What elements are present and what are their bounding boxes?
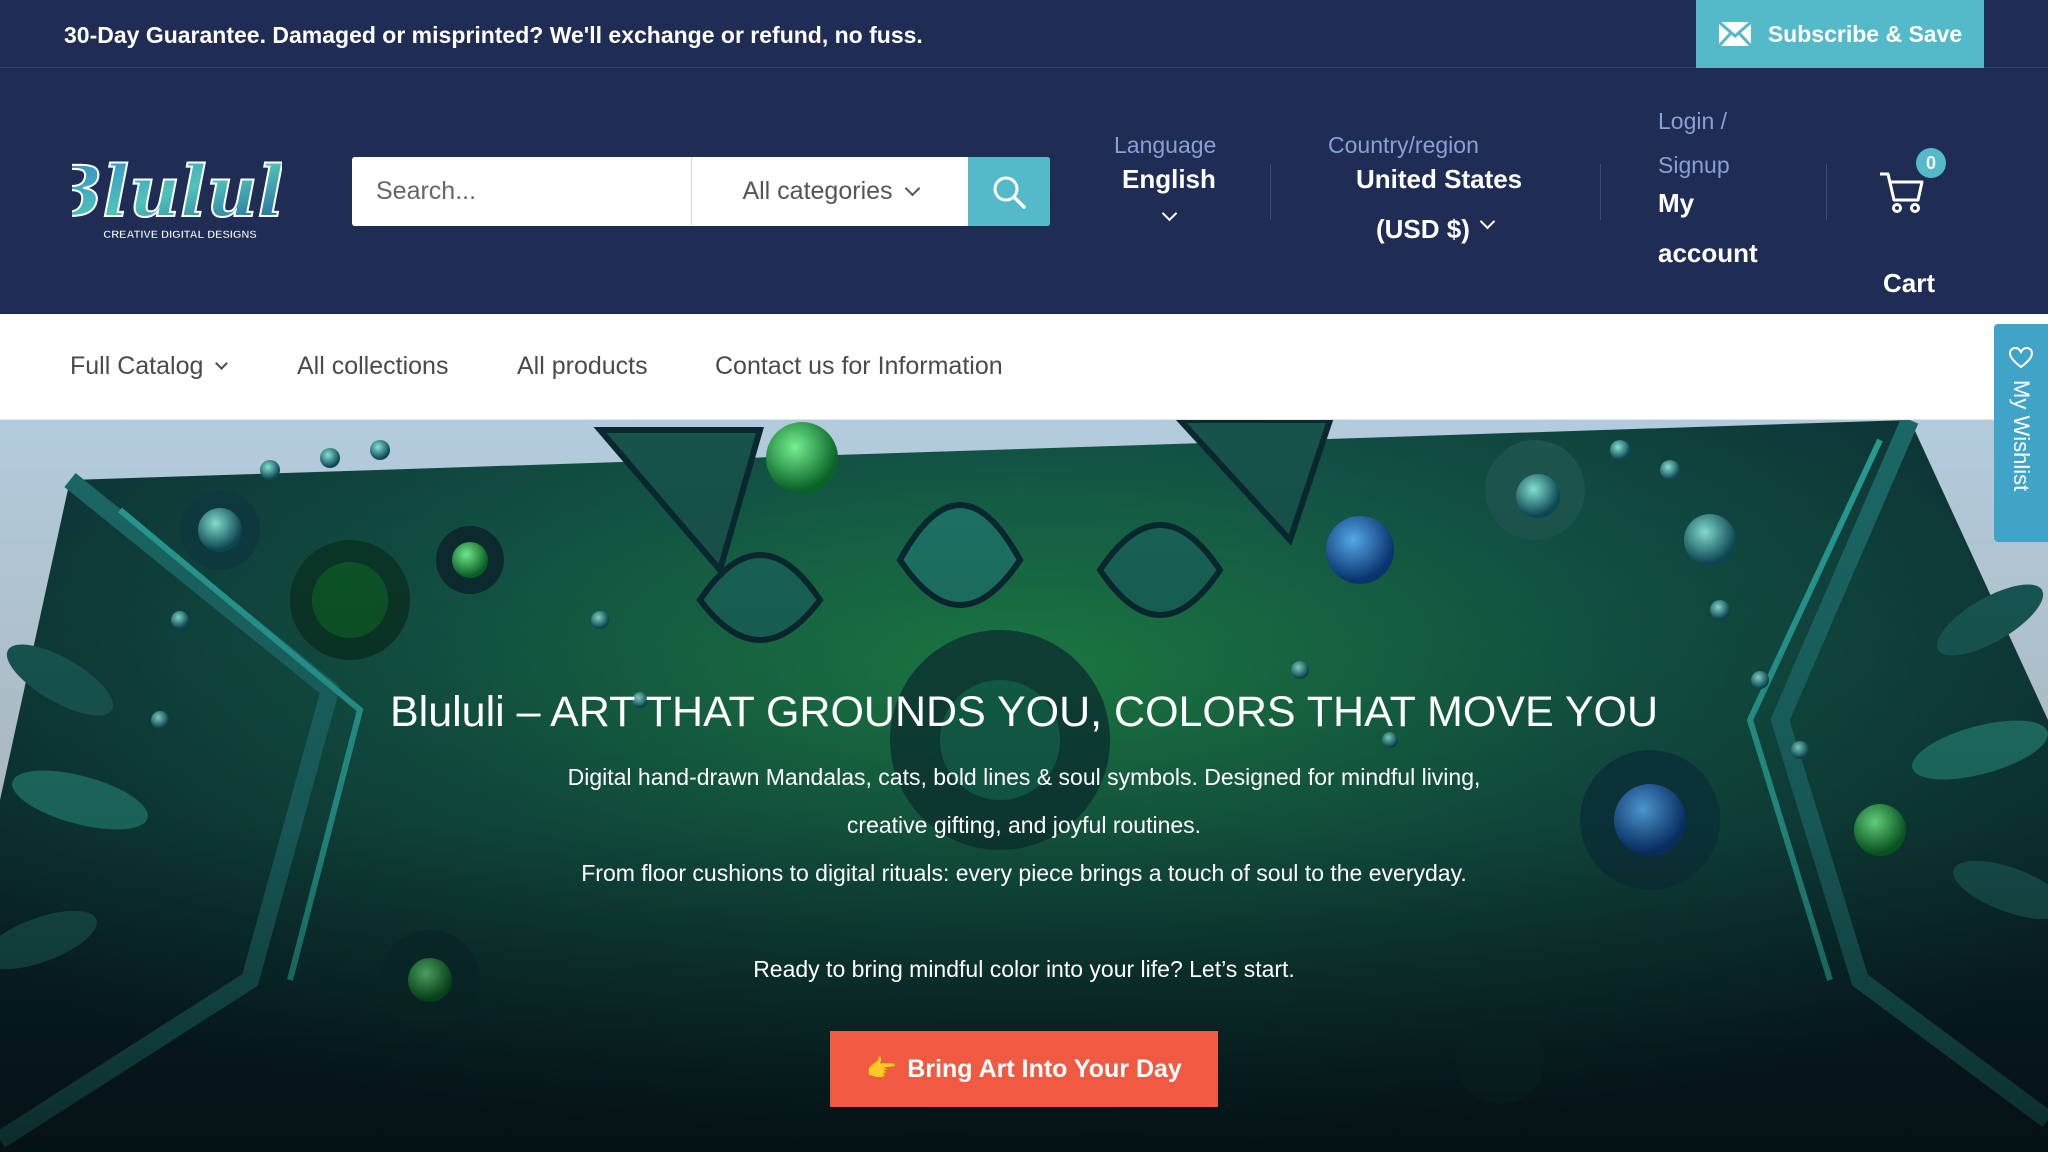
category-select-value: All categories — [742, 177, 893, 205]
nav-item-full-catalog[interactable]: Full Catalog — [70, 352, 229, 381]
nav-item-all-collections[interactable]: All collections — [297, 352, 448, 381]
subscribe-label: Subscribe & Save — [1767, 20, 1963, 47]
country-value: United States — [1356, 164, 1523, 194]
my-wishlist-tab[interactable]: My Wishlist — [1994, 324, 2048, 542]
pointing-hand-icon: 👉 — [866, 1054, 898, 1083]
cart-count-badge: 0 — [1916, 148, 1946, 178]
blululi-logo[interactable]: Blululi CREATIVE DIGITAL DESIGNS — [72, 150, 282, 250]
heart-icon — [2009, 347, 2033, 369]
country-label: Country/region — [1328, 132, 1479, 158]
chevron-down-icon — [904, 180, 920, 196]
category-select[interactable]: All categories — [692, 157, 968, 226]
bring-art-cta-button[interactable]: 👉 Bring Art Into Your Day — [830, 1031, 1218, 1107]
hero-description-line-2: creative gifting, and joyful routines. — [846, 812, 1202, 838]
wishlist-label: My Wishlist — [2009, 380, 2034, 492]
header-divider — [1600, 164, 1601, 220]
main-navigation: Full Catalog All collections All product… — [0, 314, 2048, 420]
cta-label: Bring Art Into Your Day — [907, 1054, 1182, 1083]
svg-text:Blululi: Blululi — [72, 150, 282, 233]
account-link[interactable]: Login / Signup My account — [1658, 108, 1788, 268]
chevron-down-icon — [1161, 205, 1178, 222]
hero-banner: Blululi – ART THAT GROUNDS YOU, COLORS T… — [0, 420, 2048, 1152]
nav-item-label: All products — [517, 352, 648, 380]
cart-button[interactable]: 0 Cart — [1878, 148, 1958, 298]
language-label: Language — [1114, 132, 1217, 158]
announcement-bar: 30-Day Guarantee. Damaged or misprinted?… — [0, 0, 2048, 68]
hero-title: Blululi – ART THAT GROUNDS YOU, COLORS T… — [389, 688, 1659, 736]
svg-text:CREATIVE DIGITAL DESIGNS: CREATIVE DIGITAL DESIGNS — [103, 229, 256, 241]
chevron-down-icon — [215, 357, 229, 370]
search-button[interactable] — [968, 157, 1050, 226]
nav-item-contact[interactable]: Contact us for Information — [715, 352, 1003, 381]
cart-icon — [1880, 172, 1924, 213]
site-header: Blululi CREATIVE DIGITAL DESIGNS All cat… — [0, 68, 2048, 314]
header-divider — [1270, 164, 1271, 220]
cart-label: Cart — [1883, 268, 1936, 298]
nav-item-label: All collections — [297, 352, 449, 380]
nav-item-label: Contact us for Information — [715, 352, 1003, 380]
my-account-label-2: account — [1658, 238, 1758, 268]
my-account-label: My — [1658, 188, 1695, 218]
currency-value: (USD $) — [1376, 214, 1470, 244]
search-bar: All categories — [352, 157, 1050, 226]
mail-icon — [1717, 21, 1752, 47]
announcement-text: 30-Day Guarantee. Damaged or misprinted?… — [64, 22, 923, 48]
header-divider — [1826, 164, 1827, 220]
nav-item-label: Full Catalog — [70, 352, 204, 380]
wishlist-tab-content: My Wishlist — [2008, 346, 2034, 491]
subscribe-button[interactable]: Subscribe & Save — [1696, 0, 1984, 68]
language-value: English — [1122, 164, 1216, 194]
search-icon — [993, 176, 1026, 209]
hero-invitation-text: Ready to bring mindful color into your l… — [753, 956, 1295, 982]
nav-item-all-products[interactable]: All products — [517, 352, 648, 381]
login-label: Login / — [1658, 108, 1728, 134]
hero-description-line-3: From floor cushions to digital rituals: … — [581, 860, 1467, 886]
search-input[interactable] — [352, 157, 692, 226]
chevron-down-icon — [1479, 213, 1496, 230]
hero-description-line-1: Digital hand-drawn Mandalas, cats, bold … — [567, 764, 1481, 790]
language-selector[interactable]: English — [1110, 164, 1222, 244]
signup-label: Signup — [1658, 152, 1730, 178]
country-selector[interactable]: United States (USD $) — [1330, 164, 1550, 254]
